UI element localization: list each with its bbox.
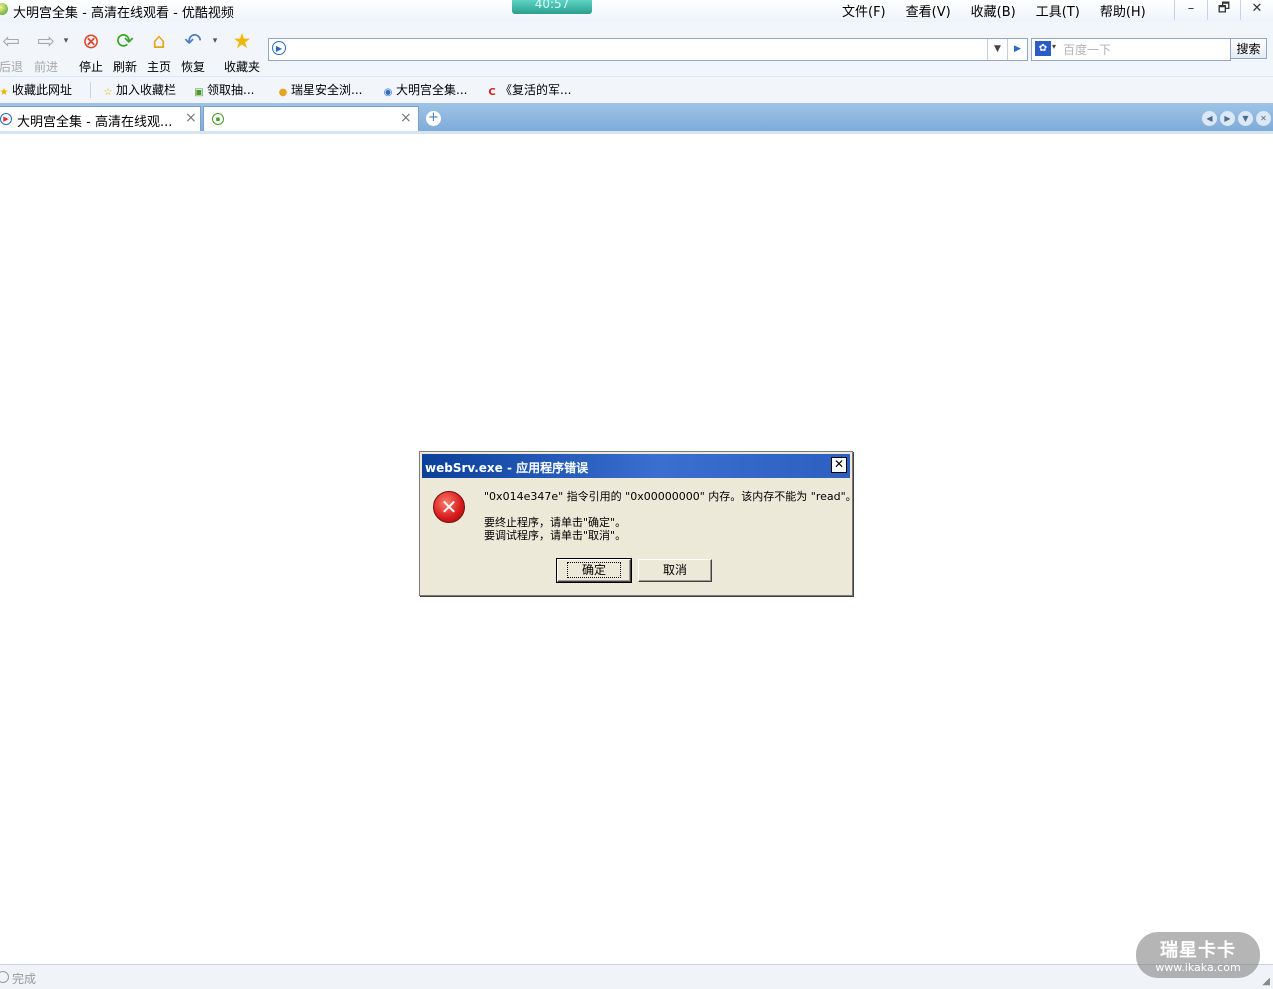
undo-icon: ↶ [184, 29, 202, 53]
fav-item-damingong[interactable]: ◉ 大明宫全集... [382, 81, 468, 99]
fav-add-to-bar[interactable]: ☆ 加入收藏栏 [102, 81, 177, 99]
terminate-hint: 要终止程序，请单击"确定"。 [484, 516, 627, 529]
tab-scroll-right-icon[interactable]: ▶ [1220, 111, 1235, 126]
forward-arrow-icon: ⇨ [37, 29, 55, 53]
tab-close-icon[interactable]: × [400, 110, 412, 126]
star-icon: ★ [232, 29, 252, 53]
error-message: "0x014e347e" 指令引用的 "0x00000000" 内存。该内存不能… [484, 490, 857, 503]
stop-button[interactable]: ⊗ 停止 [77, 28, 105, 75]
resize-grip-icon[interactable]: ◢ [1262, 976, 1270, 987]
baidu-paw-icon[interactable]: ✿ [1035, 41, 1051, 56]
rising-ikaka-watermark: 瑞星卡卡 www.ikaka.com [1136, 932, 1260, 978]
forward-button[interactable]: ⇨ 前进 [32, 28, 60, 75]
dialog-close-button[interactable]: ✕ [831, 457, 847, 473]
dialog-title: webSrv.exe - 应用程序错误 [425, 461, 589, 475]
menu-favorites[interactable]: 收藏(B) [971, 1, 1016, 20]
dialog-message: "0x014e347e" 指令引用的 "0x00000000" 内存。该内存不能… [484, 490, 857, 542]
minimize-button[interactable]: – [1174, 0, 1207, 20]
address-input[interactable] [291, 40, 985, 59]
favorites-button[interactable]: ★ 收藏夹 [223, 28, 261, 75]
page-icon: ▣ [194, 87, 204, 98]
forward-history-dropdown[interactable]: ▾ [60, 36, 72, 46]
tab-damingong[interactable]: ▶ 大明宫全集 - 高清在线观... × [0, 106, 201, 131]
cancel-button[interactable]: 取消 [638, 559, 712, 582]
fav-add-bookmark[interactable]: ★ 收藏此网址 [0, 81, 72, 99]
tab-scroll-left-icon[interactable]: ◀ [1202, 111, 1217, 126]
window-title: 大明宫全集 - 高清在线观看 - 优酷视频 [13, 6, 234, 21]
fav-item-lottery[interactable]: ▣ 领取抽... [193, 81, 254, 99]
fav-item-fuhuo[interactable]: C 《复活的军... [486, 81, 571, 99]
new-tab-plus-icon[interactable]: + [426, 111, 441, 126]
address-bar: ▶ ▼ ▶ [268, 38, 1028, 61]
youku-icon: ◉ [383, 87, 393, 98]
back-arrow-icon: ⇦ [2, 29, 20, 53]
menu-bar: 文件(F) 查看(V) 收藏(B) 工具(T) 帮助(H) [842, 1, 1146, 20]
tab-blank[interactable]: ▪ × [203, 106, 419, 131]
error-icon: ✕ [433, 491, 465, 523]
rising-icon: ● [278, 87, 288, 98]
page-tab-icon: ▪ [212, 113, 224, 125]
go-arrow-icon[interactable]: ▶ [1007, 39, 1027, 60]
menu-file[interactable]: 文件(F) [842, 1, 886, 20]
title-bar: 大明宫全集 - 高清在线观看 - 优酷视频 40:57 文件(F) 查看(V) … [0, 0, 1273, 22]
status-icon [0, 971, 9, 983]
tab-bar: ▶ 大明宫全集 - 高清在线观... × ▪ × + ◀ ▶ ▼ ✕ [0, 103, 1273, 134]
home-button[interactable]: ⌂ 主页 [145, 28, 173, 75]
application-error-dialog: webSrv.exe - 应用程序错误 ✕ ✕ "0x014e347e" 指令引… [419, 451, 857, 596]
bookmark-star-icon: ★ [0, 87, 9, 98]
tab-navigation: ◀ ▶ ▼ ✕ [1202, 111, 1271, 126]
menu-view[interactable]: 查看(V) [906, 1, 951, 20]
search-box: ✿ ▾ [1031, 38, 1231, 61]
status-text: 完成 [12, 972, 37, 986]
tab-list-dropdown-icon[interactable]: ▼ [1238, 111, 1253, 126]
debug-hint: 要调试程序，请单击"取消"。 [484, 529, 627, 542]
page-icon: ▶ [272, 41, 286, 55]
home-icon: ⌂ [152, 29, 166, 53]
fav-item-rising-browser[interactable]: ● 瑞星安全浏... [277, 81, 363, 99]
back-button[interactable]: ⇦ 后退 [0, 28, 24, 75]
favorites-bar: ★ 收藏此网址 ☆ 加入收藏栏 ▣ 领取抽... ● 瑞星安全浏... ◉ 大明宫全集..… [0, 76, 1273, 103]
search-engine-dropdown-icon[interactable]: ▾ [1052, 42, 1056, 51]
status-bar: 完成 ◢ [0, 964, 1273, 989]
stop-icon: ⊗ [82, 29, 100, 53]
search-button[interactable]: 搜索 [1230, 38, 1267, 59]
site-c-icon: C [488, 87, 496, 98]
clock-widget: 40:57 [512, 0, 592, 14]
refresh-icon: ⟳ [116, 29, 134, 53]
menu-tools[interactable]: 工具(T) [1036, 1, 1080, 20]
refresh-button[interactable]: ⟳ 刷新 [111, 28, 139, 75]
search-input[interactable] [1061, 40, 1230, 59]
restore-dropdown[interactable]: ▾ [209, 36, 221, 46]
navigation-toolbar: ⇦ 后退 ⇨ 前进 ▾ ⊗ 停止 ⟳ 刷新 ⌂ 主页 ↶ 恢复 ▾ ★ 收藏夹 … [0, 22, 1273, 76]
menu-help[interactable]: 帮助(H) [1100, 1, 1146, 20]
browser-app-icon [0, 3, 8, 15]
star-plus-icon: ☆ [103, 87, 113, 98]
restore-button[interactable]: 🗗 [1207, 0, 1240, 20]
restore-session-button[interactable]: ↶ 恢复 [179, 28, 207, 75]
address-history-dropdown[interactable]: ▼ [987, 39, 1007, 60]
close-tab-icon[interactable]: ✕ [1256, 111, 1271, 126]
window-controls: – 🗗 ✕ [1174, 0, 1273, 20]
favbar-divider [90, 82, 91, 98]
tab-close-icon[interactable]: × [185, 110, 197, 126]
youku-tab-icon: ▶ [0, 113, 12, 125]
ok-button[interactable]: 确定 [556, 558, 632, 583]
dialog-title-bar[interactable]: webSrv.exe - 应用程序错误 ✕ [422, 454, 850, 478]
close-window-button[interactable]: ✕ [1240, 0, 1273, 20]
